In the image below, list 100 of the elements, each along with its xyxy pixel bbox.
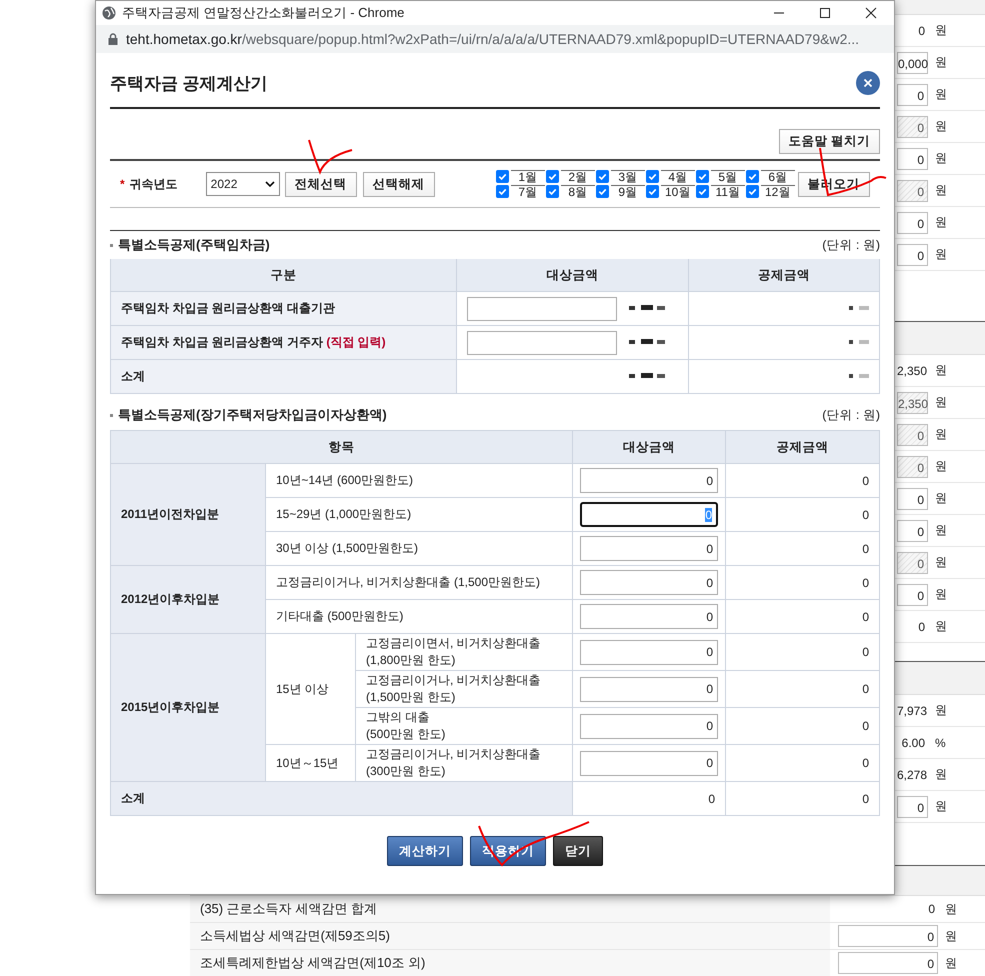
unit-label: 원 xyxy=(935,214,947,231)
amount-field[interactable]: 0 xyxy=(580,536,718,561)
year-label: 귀속년도 xyxy=(130,176,179,192)
amount-text: 7,973 xyxy=(897,702,928,720)
amount-text: 0 xyxy=(917,22,926,40)
table-cell: 0 xyxy=(726,566,880,600)
month-checkbox[interactable] xyxy=(596,170,609,183)
amount-field[interactable]: 0 xyxy=(897,584,928,606)
unit-label: 원 xyxy=(945,928,958,944)
unit-label: 원 xyxy=(935,362,947,379)
amount-field: 0 xyxy=(897,552,928,574)
unit-label: 원 xyxy=(935,522,947,539)
month-checkbox[interactable] xyxy=(496,170,509,183)
month-label: 1월 xyxy=(510,170,545,184)
dialog-title: 주택자금 공제계산기 xyxy=(110,72,268,94)
month-label: 8월 xyxy=(560,184,595,198)
table-cell: 0 xyxy=(726,708,880,744)
amount-field[interactable]: 0 xyxy=(838,952,938,974)
amount-field[interactable]: 0 xyxy=(897,796,928,818)
column-header: 대상금액 xyxy=(572,430,726,464)
window-title: 주택자금공제 연말정산간소화불러오기 - Chrome xyxy=(122,4,406,22)
redacted-value-drawing xyxy=(627,337,667,347)
lock-icon xyxy=(108,33,118,45)
unit-label: 원 xyxy=(935,766,947,783)
amount-field[interactable]: 0 xyxy=(580,640,718,664)
amount-field[interactable]: 0 xyxy=(580,468,718,493)
table-cell: 고정금리이거나, 비거치상환대출 (1,500만원한도) xyxy=(266,566,573,600)
select-all-button[interactable]: 전체선택 xyxy=(284,172,357,196)
month-label: 12월 xyxy=(760,184,795,198)
amount-field[interactable]: 0,000 xyxy=(897,52,928,74)
month-label: 6월 xyxy=(760,170,795,184)
globe-icon xyxy=(102,6,116,20)
amount-field[interactable] xyxy=(467,296,617,320)
table-cell: 2015년이후차입분 xyxy=(110,634,266,782)
amount-field[interactable]: 0 xyxy=(580,604,718,629)
amount-field[interactable]: 0 xyxy=(897,488,928,510)
month-label: 11월 xyxy=(710,184,745,198)
month-checkbox[interactable] xyxy=(546,185,559,198)
table-cell: 주택임차 차입금 원리금상환액 거주자 (직접 입력) xyxy=(110,326,456,360)
help-button[interactable]: 도움말 펼치기 xyxy=(778,129,880,154)
table-cell: 2011년이전차입분 xyxy=(110,464,266,566)
section-title: 특별소득공제(주택임차금) xyxy=(110,236,270,254)
unit-label: 원 xyxy=(945,954,958,972)
redacted-value-drawing xyxy=(847,337,871,347)
row-label: 조세특례제한법상 세액감면(제10조 외) xyxy=(190,950,830,976)
amount-text: 6,278 xyxy=(897,766,928,784)
amount-field[interactable]: 0 xyxy=(580,570,718,595)
month-checkbox[interactable] xyxy=(746,185,759,198)
month-checkbox[interactable] xyxy=(496,185,509,198)
amount-field[interactable]: 0 xyxy=(897,84,928,106)
pen-mark-drawing xyxy=(306,137,354,175)
unit-label: 원 xyxy=(945,900,958,918)
table-cell: 0 xyxy=(726,744,880,782)
unit-note: (단위 : 원) xyxy=(822,236,880,254)
row-label: (35) 근로소득자 세액감면 합계 xyxy=(190,896,830,922)
month-checkbox[interactable] xyxy=(546,170,559,183)
month-checkbox[interactable] xyxy=(696,185,709,198)
close-icon[interactable] xyxy=(865,7,877,19)
table-cell: 소계 xyxy=(110,360,456,394)
table-cell: 고정금리이거나, 비거치상환대출 (1,500만원 한도) xyxy=(356,670,573,708)
deselect-button[interactable]: 선택해제 xyxy=(362,172,435,196)
amount-field[interactable]: 0 xyxy=(897,244,928,266)
redacted-value-drawing xyxy=(627,303,667,313)
month-label: 5월 xyxy=(710,170,745,184)
column-header: 구분 xyxy=(110,259,456,292)
unit-label: 원 xyxy=(935,458,947,475)
table-cell: 그밖의 대출 (500만원 한도) xyxy=(356,708,573,744)
maximize-icon[interactable] xyxy=(819,7,831,19)
unit-label: 원 xyxy=(935,490,947,507)
unit-label: 원 xyxy=(935,22,947,39)
required-mark: * xyxy=(120,177,125,191)
unit-label: 원 xyxy=(935,118,947,135)
month-checkbox[interactable] xyxy=(696,170,709,183)
action-button[interactable]: 닫기 xyxy=(553,836,603,866)
redacted-value-drawing xyxy=(847,303,871,313)
month-checkbox[interactable] xyxy=(646,170,659,183)
month-checkbox[interactable] xyxy=(746,170,759,183)
unit-label: 원 xyxy=(935,150,947,167)
unit-note: (단위 : 원) xyxy=(822,406,880,424)
amount-field[interactable]: 0 xyxy=(897,148,928,170)
chevron-down-icon xyxy=(264,181,275,187)
table-cell: 소계 xyxy=(110,782,573,816)
table-cell: 0 xyxy=(726,634,880,670)
amount-field[interactable]: 0 xyxy=(580,676,718,702)
amount-field[interactable]: 0 xyxy=(897,520,928,542)
amount-field[interactable]: 0 xyxy=(838,925,938,947)
month-checkbox[interactable] xyxy=(646,185,659,198)
table-cell: 0 xyxy=(726,670,880,708)
amount-text: 0 xyxy=(917,618,926,636)
unit-label: 원 xyxy=(935,394,947,411)
column-header: 공제금액 xyxy=(726,430,880,464)
amount-field[interactable]: 0 xyxy=(580,714,718,738)
amount-field[interactable]: 0 xyxy=(580,750,718,776)
action-button[interactable]: 계산하기 xyxy=(387,836,463,866)
amount-field[interactable] xyxy=(467,330,617,354)
year-select[interactable]: 2022 xyxy=(206,172,280,196)
month-checkbox[interactable] xyxy=(596,185,609,198)
amount-field: 2,350 xyxy=(897,392,928,414)
amount-field[interactable]: 0 xyxy=(897,212,928,234)
month-label: 10월 xyxy=(660,184,695,198)
